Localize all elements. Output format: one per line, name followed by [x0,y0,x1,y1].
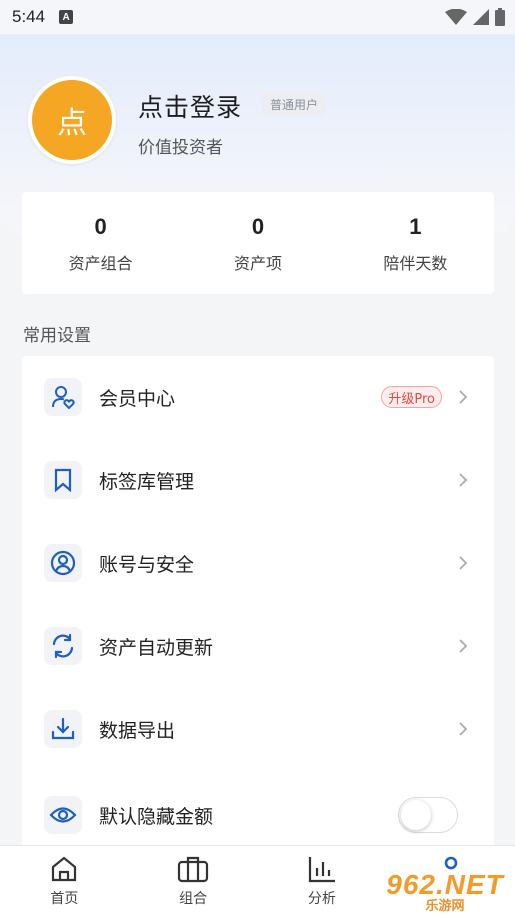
settings-item-label: 默认隐藏金额 [99,805,214,828]
status-bar: 5:44 A [0,0,515,34]
stat-value: 1 [409,214,422,239]
settings-item-hide-amount: 默认隐藏金额 [22,774,494,856]
login-link[interactable]: 点击登录 [138,88,242,124]
stat-value: 0 [94,214,107,239]
refresh-icon [44,627,82,665]
avatar[interactable]: 点 [28,76,116,164]
settings-item-export[interactable]: 数据导出 [22,688,494,770]
chevron-right-icon [459,722,468,736]
notification-icon: A [59,10,74,24]
nav-label: 组合 [179,891,208,907]
stat-label: 资产项 [233,254,282,273]
signal-icon [473,9,489,25]
settings-item-account[interactable]: 账号与安全 [22,522,494,604]
settings-item-auto-update[interactable]: 资产自动更新 [22,605,494,687]
stat-value: 0 [251,214,265,239]
account-icon [44,544,82,582]
wifi-icon [445,9,467,25]
settings-item-label: 账号与安全 [99,553,195,576]
user-level-badge: 普通用户 [262,92,327,116]
stat-assets[interactable]: 0 资产项 [179,192,336,294]
chart-icon [308,857,335,883]
hide-amount-toggle[interactable] [398,797,458,833]
status-time: 5:44 [12,7,46,26]
portfolio-icon [178,856,209,883]
settings-item-tags[interactable]: 标签库管理 [22,439,494,521]
settings-item-label: 数据导出 [99,719,176,742]
bookmark-icon [44,461,82,499]
member-icon [44,378,82,416]
eye-icon [44,796,82,834]
chevron-right-icon [459,639,468,653]
settings-item-label: 资产自动更新 [99,636,214,659]
section-title: 常用设置 [23,326,91,346]
settings-item-label: 标签库管理 [99,470,195,493]
status-indicators [445,8,505,26]
toggle-knob [401,800,431,830]
upgrade-pro-badge[interactable]: 升级Pro [381,386,442,408]
download-icon [44,710,82,748]
nav-portfolio[interactable]: 组合 [129,846,258,917]
watermark-logo: 962.NET 乐游网 [381,868,509,914]
settings-list: 会员中心 升级Pro 标签库管理 账号与安全 资产自动更新 数据导出 默认隐藏金… [22,356,494,856]
stat-label: 资产组合 [68,254,133,273]
chevron-right-icon [459,390,468,404]
settings-item-member[interactable]: 会员中心 升级Pro [22,356,494,438]
nav-label: 首页 [50,891,79,907]
stat-label: 陪伴天数 [383,254,448,273]
chevron-right-icon [459,556,468,570]
battery-icon [495,8,505,26]
stat-days: 1 陪伴天数 [337,192,494,294]
watermark-subtext: 乐游网 [425,898,465,914]
chevron-right-icon [459,473,468,487]
nav-home[interactable]: 首页 [0,846,129,917]
profile-subtitle: 价值投资者 [138,138,223,158]
nav-label: 分析 [307,891,336,907]
stats-card: 0 资产组合 0 资产项 1 陪伴天数 [22,192,494,294]
home-icon [52,856,77,882]
nav-analysis[interactable]: 分析 [258,846,387,917]
settings-item-label: 会员中心 [99,387,176,410]
stat-portfolios[interactable]: 0 资产组合 [22,192,179,294]
